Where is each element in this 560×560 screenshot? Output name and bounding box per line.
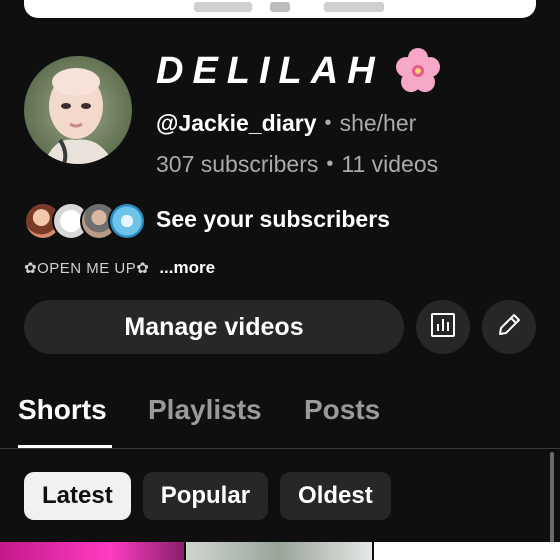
channel-screen: DELILAH @Jackie_diary • she/her 307 subs… — [0, 0, 560, 560]
channel-handle[interactable]: @Jackie_diary — [156, 110, 317, 137]
short-thumbnail[interactable] — [374, 542, 560, 560]
channel-tabs: Shorts Playlists Posts — [0, 380, 560, 449]
subscriber-count: 307 subscribers — [156, 151, 319, 177]
analytics-icon — [429, 311, 457, 344]
separator-dot: • — [324, 112, 332, 134]
edit-pencil-icon — [495, 311, 523, 344]
video-count: 11 videos — [341, 151, 439, 177]
short-thumbnail[interactable] — [0, 542, 184, 560]
filter-latest[interactable]: Latest — [24, 472, 131, 520]
see-subscribers-label[interactable]: See your subscribers — [156, 206, 390, 233]
more-link[interactable]: ...more — [159, 258, 215, 278]
channel-name: DELILAH — [156, 48, 442, 94]
sort-filter-chips: Latest Popular Oldest — [24, 472, 391, 520]
tab-playlists[interactable]: Playlists — [148, 394, 262, 426]
banner-art — [324, 2, 384, 12]
description-text: ✿OPEN ME UP✿ — [24, 260, 150, 277]
channel-avatar[interactable] — [24, 56, 132, 164]
edit-channel-button[interactable] — [482, 300, 536, 354]
channel-description[interactable]: ✿OPEN ME UP✿ ...more — [24, 258, 215, 278]
separator-dot: • — [326, 153, 334, 175]
filter-popular[interactable]: Popular — [142, 472, 269, 520]
channel-name-text: DELILAH — [156, 49, 384, 92]
filter-oldest[interactable]: Oldest — [280, 472, 391, 520]
subscriber-avatars — [24, 200, 148, 240]
analytics-button[interactable] — [416, 300, 470, 354]
channel-banner[interactable] — [24, 0, 536, 18]
short-thumbnail[interactable] — [186, 542, 372, 560]
banner-art — [194, 2, 252, 12]
pronouns: she/her — [339, 110, 417, 136]
channel-stats: 307 subscribers • 11 videos — [156, 151, 438, 178]
shorts-grid — [0, 542, 560, 560]
cherry-blossom-icon — [394, 47, 442, 95]
banner-art — [270, 2, 290, 12]
tab-shorts[interactable]: Shorts — [18, 394, 107, 426]
manage-videos-button[interactable]: Manage videos — [24, 300, 404, 354]
active-tab-indicator — [18, 445, 112, 448]
tab-posts[interactable]: Posts — [304, 394, 380, 426]
handle-row: @Jackie_diary • she/her — [156, 110, 416, 137]
see-subscribers-link[interactable]: See your subscribers — [24, 200, 390, 240]
subscriber-avatar — [108, 202, 146, 240]
